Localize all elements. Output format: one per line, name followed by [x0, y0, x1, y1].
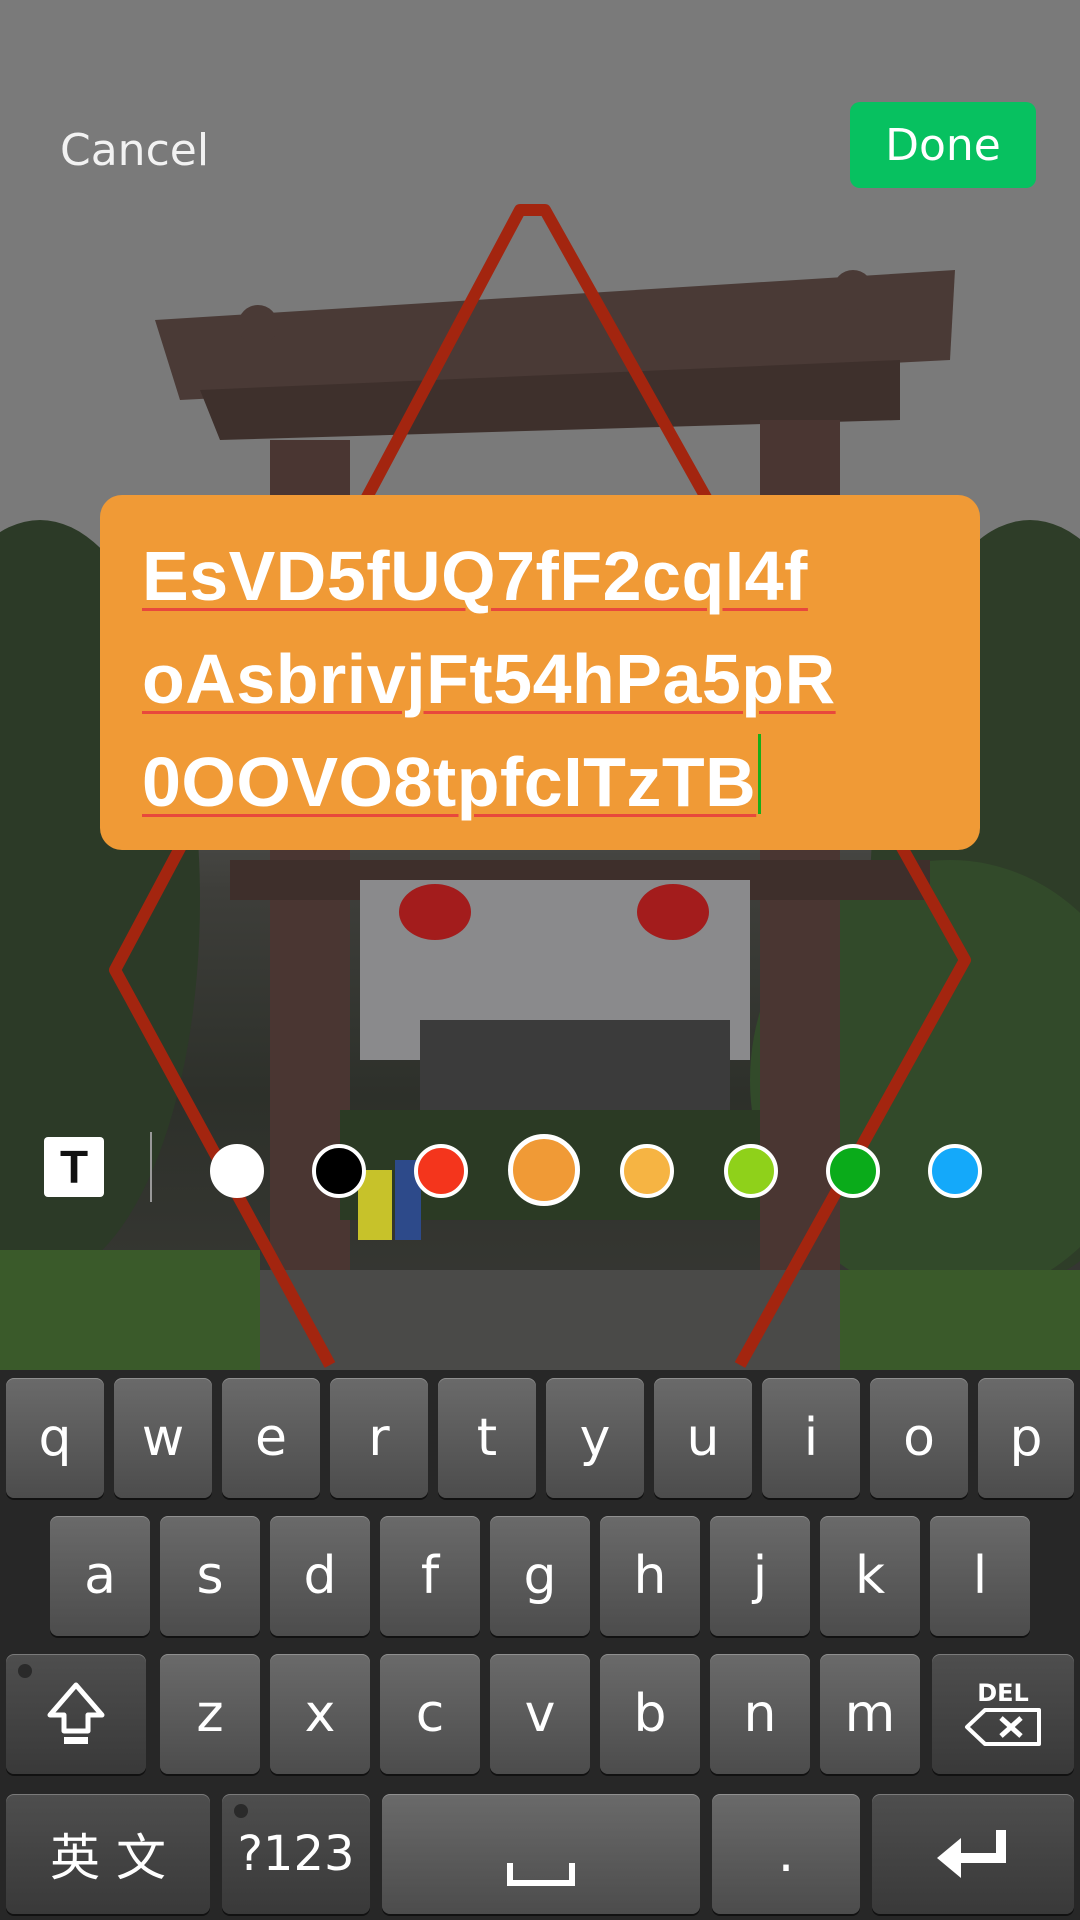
- color-swatch-light-orange[interactable]: [620, 1144, 674, 1198]
- key-d[interactable]: d: [270, 1516, 370, 1636]
- key-r[interactable]: r: [330, 1378, 428, 1498]
- color-swatch-lime[interactable]: [724, 1144, 778, 1198]
- text-line: EsVD5fUQ7fF2cqI4f: [142, 537, 808, 615]
- text-background-toggle-icon[interactable]: T: [44, 1137, 104, 1197]
- enter-key[interactable]: [872, 1794, 1074, 1914]
- key-f[interactable]: f: [380, 1516, 480, 1636]
- shift-key[interactable]: [6, 1654, 146, 1774]
- key-b[interactable]: b: [600, 1654, 700, 1774]
- key-m[interactable]: m: [820, 1654, 920, 1774]
- symbols-key[interactable]: ?123: [222, 1794, 370, 1914]
- color-swatch-red[interactable]: [414, 1144, 468, 1198]
- soft-keyboard: q w e r t y u i o p a s d f g h j k l z …: [0, 1370, 1080, 1920]
- text-input[interactable]: EsVD5fUQ7fF2cqI4f oAsbrivjFt54hPa5pR 0OO…: [142, 525, 972, 834]
- text-caret: [758, 734, 762, 814]
- key-indicator-dot: [18, 1664, 32, 1678]
- key-o[interactable]: o: [870, 1378, 968, 1498]
- text-line-content: 0OOVO8tpfcITzTB: [142, 743, 757, 821]
- color-swatch-green[interactable]: [826, 1144, 880, 1198]
- key-indicator-dot: [234, 1804, 248, 1818]
- key-y[interactable]: y: [546, 1378, 644, 1498]
- key-w[interactable]: w: [114, 1378, 212, 1498]
- key-s[interactable]: s: [160, 1516, 260, 1636]
- palette-divider: [150, 1132, 152, 1202]
- delete-key[interactable]: DEL: [932, 1654, 1074, 1774]
- key-q[interactable]: q: [6, 1378, 104, 1498]
- key-l[interactable]: l: [930, 1516, 1030, 1636]
- key-k[interactable]: k: [820, 1516, 920, 1636]
- done-button[interactable]: Done: [850, 102, 1036, 188]
- key-x[interactable]: x: [270, 1654, 370, 1774]
- key-v[interactable]: v: [490, 1654, 590, 1774]
- key-g[interactable]: g: [490, 1516, 590, 1636]
- key-h[interactable]: h: [600, 1516, 700, 1636]
- color-swatch-white[interactable]: [210, 1144, 264, 1198]
- shift-icon: [47, 1682, 105, 1744]
- color-swatch-orange[interactable]: [508, 1134, 580, 1206]
- text-line: 0OOVO8tpfcITzTB: [142, 731, 972, 834]
- key-j[interactable]: j: [710, 1516, 810, 1636]
- color-swatch-black[interactable]: [312, 1144, 366, 1198]
- symbols-label: ?123: [237, 1826, 355, 1882]
- space-icon: [507, 1863, 575, 1886]
- cancel-button[interactable]: Cancel: [60, 125, 209, 176]
- key-i[interactable]: i: [762, 1378, 860, 1498]
- key-t[interactable]: t: [438, 1378, 536, 1498]
- key-c[interactable]: c: [380, 1654, 480, 1774]
- text-line: oAsbrivjFt54hPa5pR: [142, 640, 836, 718]
- key-p[interactable]: p: [978, 1378, 1074, 1498]
- key-u[interactable]: u: [654, 1378, 752, 1498]
- space-key[interactable]: [382, 1794, 700, 1914]
- enter-icon: [937, 1830, 1006, 1878]
- backspace-icon: [965, 1708, 1041, 1746]
- language-switch-key[interactable]: 英 文: [6, 1794, 210, 1914]
- key-z[interactable]: z: [160, 1654, 260, 1774]
- color-swatch-blue[interactable]: [928, 1144, 982, 1198]
- key-a[interactable]: a: [50, 1516, 150, 1636]
- period-key[interactable]: .: [712, 1794, 860, 1914]
- key-n[interactable]: n: [710, 1654, 810, 1774]
- delete-label: DEL: [977, 1679, 1029, 1707]
- key-e[interactable]: e: [222, 1378, 320, 1498]
